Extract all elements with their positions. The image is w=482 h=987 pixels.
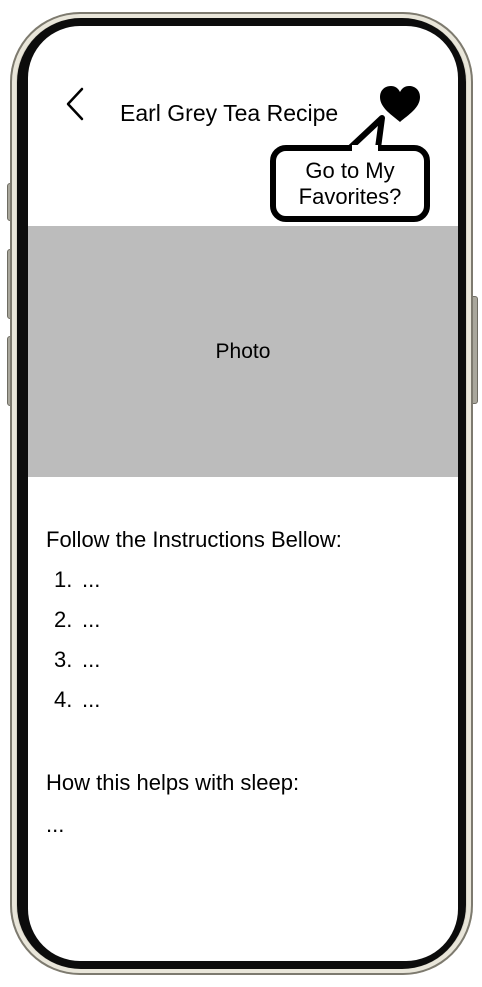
step-number: 3.	[54, 647, 73, 672]
instructions-heading: Follow the Instructions Bellow:	[46, 527, 342, 552]
step-text: ...	[82, 647, 101, 672]
instruction-step: 4....	[54, 687, 100, 727]
step-number: 1.	[54, 567, 73, 592]
instruction-step: 2....	[54, 607, 100, 647]
back-button[interactable]	[64, 86, 88, 122]
step-text: ...	[82, 687, 101, 712]
step-text: ...	[82, 607, 101, 632]
sleep-benefits-heading: How this helps with sleep:	[46, 770, 300, 795]
step-number: 4.	[54, 687, 73, 712]
prompt-line-1: Go to My	[305, 157, 395, 183]
go-to-favorites-text: Go to My Favorites?	[286, 158, 414, 210]
instruction-steps: 1.... 2.... 3.... 4....	[54, 567, 100, 727]
instruction-step: 1....	[54, 567, 100, 607]
step-number: 2.	[54, 607, 73, 632]
page-title: Earl Grey Tea Recipe	[120, 100, 339, 126]
prompt-line-2: Favorites?	[298, 183, 402, 209]
photo-label: Photo	[215, 339, 271, 363]
sleep-benefits-text: ...	[46, 812, 65, 837]
go-to-favorites-prompt[interactable]: Go to My Favorites?	[270, 145, 430, 222]
bubble-joint	[352, 145, 378, 152]
recipe-photo: Photo	[28, 226, 458, 477]
chevron-left-icon	[66, 87, 84, 121]
step-text: ...	[82, 567, 101, 592]
instruction-step: 3....	[54, 647, 100, 687]
